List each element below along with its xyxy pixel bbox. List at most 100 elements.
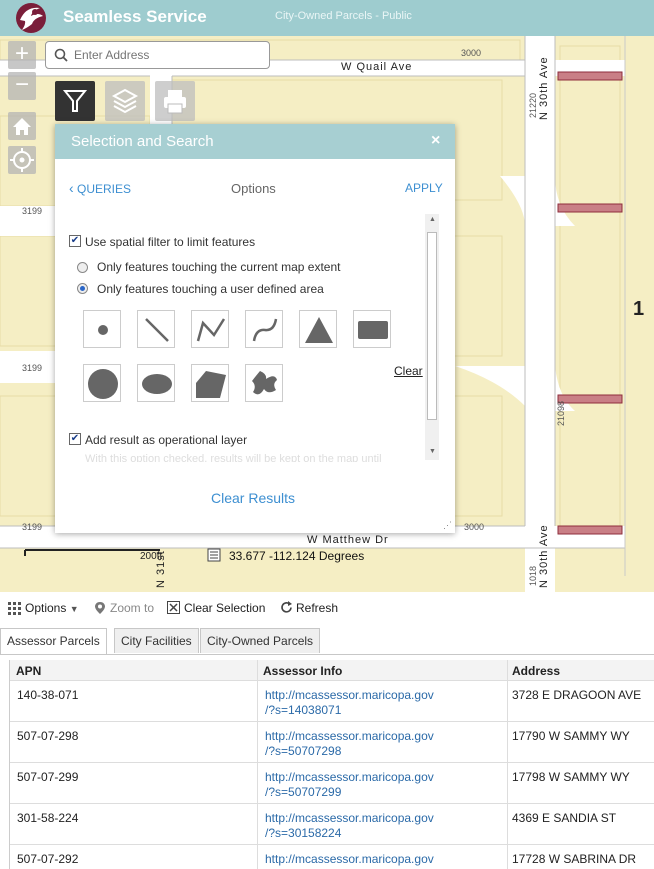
lot-number: 21220 <box>528 92 538 118</box>
layers-icon <box>111 88 139 114</box>
assessor-link[interactable]: http://mcassessor.maricopa.gov /?s=50707… <box>265 770 434 800</box>
circle-icon <box>88 369 118 399</box>
lot-number: 3000 <box>461 48 482 58</box>
printer-icon <box>164 90 186 114</box>
ellipse-icon <box>142 374 172 394</box>
street-label-n30th-top: N 30th Ave <box>538 56 550 120</box>
lot-number: 21098 <box>556 400 566 426</box>
cell-address: 4369 E SANDIA ST <box>512 811 617 825</box>
phoenix-logo-icon <box>14 2 48 34</box>
street-label-quail: W Quail Ave <box>341 61 413 73</box>
scroll-up-icon[interactable]: ▲ <box>429 216 436 223</box>
attribute-table-toolbar: Options ▼ Zoom to Clear Selection Refres… <box>0 598 654 620</box>
home-icon <box>13 118 31 135</box>
refresh-button[interactable]: Refresh <box>296 601 338 615</box>
app-subtitle: City-Owned Parcels - Public <box>275 10 412 22</box>
assessor-link[interactable]: http://mcassessor.maricopa.gov /?s=30158… <box>265 811 434 841</box>
tab-city-facilities[interactable]: City Facilities <box>114 628 199 653</box>
polygon-icon <box>196 371 226 398</box>
attribute-table: APN Assessor Info Address 140-38-071 htt… <box>9 660 654 869</box>
column-header-apn[interactable]: APN <box>16 664 41 678</box>
selection-search-panel: Selection and Search × ‹ QUERIES Options… <box>55 124 455 533</box>
clear-selection-button[interactable]: Clear Selection <box>184 601 265 615</box>
draw-line-button[interactable] <box>137 310 175 348</box>
tab-assessor-parcels[interactable]: Assessor Parcels <box>0 628 107 654</box>
scroll-down-icon[interactable]: ▼ <box>429 448 436 455</box>
link-text: /?s=14038071 <box>265 703 342 717</box>
funnel-icon <box>62 90 88 112</box>
close-icon[interactable]: × <box>431 132 440 150</box>
address-search-input[interactable] <box>74 46 264 64</box>
assessor-link[interactable]: http://mcassessor.maricopa.gov /?s=50707… <box>265 729 434 759</box>
column-header-assessor-info[interactable]: Assessor Info <box>263 664 342 678</box>
add-result-label: Add result as operational layer <box>85 433 248 447</box>
clear-results-button[interactable]: Clear Results <box>211 490 295 506</box>
link-text: http://mcassessor.maricopa.gov <box>265 770 434 784</box>
draw-freehand-line-button[interactable] <box>245 310 283 348</box>
resize-handle-icon[interactable]: ⋰ <box>443 520 452 531</box>
column-header-address[interactable]: Address <box>512 664 560 678</box>
layer-tabs: Assessor Parcels City Facilities City-Ow… <box>0 624 654 655</box>
grid-icon <box>8 602 21 615</box>
app-header: Seamless Service City-Owned Parcels - Pu… <box>0 0 654 36</box>
selected-parcel <box>557 394 623 404</box>
radio-map-extent[interactable] <box>77 262 88 273</box>
link-text: http://mcassessor.maricopa.gov <box>265 688 434 702</box>
scale-label: 200ft <box>140 551 163 562</box>
street-label-matthew: W Matthew Dr <box>307 534 389 546</box>
locate-icon <box>10 148 34 172</box>
selected-parcel <box>557 203 623 213</box>
clear-drawing-link[interactable]: Clear <box>394 364 423 378</box>
rectangle-icon <box>358 321 388 339</box>
lot-number: 3199 <box>22 206 43 216</box>
draw-point-button[interactable] <box>83 310 121 348</box>
search-icon <box>54 48 68 62</box>
radio-map-extent-label: Only features touching the current map e… <box>97 260 341 274</box>
lot-number: 3199 <box>22 363 43 373</box>
coordinates-readout: 33.677 -112.124 Degrees <box>229 549 365 563</box>
back-to-queries-link[interactable]: ‹ QUERIES <box>69 180 131 196</box>
row-divider <box>10 680 654 681</box>
cell-address: 17790 W SAMMY WY <box>512 729 630 743</box>
zoom-in-button[interactable]: + <box>8 41 36 69</box>
draw-rectangle-button[interactable] <box>353 310 391 348</box>
freehand-line-icon <box>252 318 278 342</box>
cell-apn: 507-07-298 <box>17 729 79 743</box>
radio-user-area[interactable] <box>77 283 88 294</box>
draw-circle-button[interactable] <box>83 364 121 402</box>
layers-tool-button[interactable] <box>105 81 145 121</box>
cell-apn: 140-38-071 <box>17 688 79 702</box>
back-label: QUERIES <box>77 182 132 196</box>
locate-button[interactable] <box>8 146 36 174</box>
draw-ellipse-button[interactable] <box>137 364 175 402</box>
panel-header: Selection and Search × <box>55 124 455 159</box>
draw-triangle-button[interactable] <box>299 310 337 348</box>
draw-polyline-button[interactable] <box>191 310 229 348</box>
row-divider <box>10 803 654 804</box>
zoom-out-button[interactable]: − <box>8 72 36 100</box>
panel-scroll-thumb[interactable] <box>427 232 437 420</box>
zoom-to-button[interactable]: Zoom to <box>110 601 154 615</box>
app-title: Seamless Service <box>63 7 207 26</box>
cell-address: 17728 W SABRINA DR <box>512 852 637 866</box>
tab-city-owned-parcels[interactable]: City-Owned Parcels <box>200 628 321 653</box>
column-divider <box>257 660 258 869</box>
spatial-filter-checkbox[interactable]: ✔ <box>69 235 81 247</box>
caret-down-icon: ▼ <box>69 604 79 614</box>
assessor-link[interactable]: http://mcassessor.maricopa.gov /?s=14038… <box>265 688 434 718</box>
cell-apn: 507-07-292 <box>17 852 79 866</box>
apply-button[interactable]: APPLY <box>405 181 443 195</box>
freehand-polygon-icon <box>252 371 277 395</box>
draw-polygon-button[interactable] <box>191 364 229 402</box>
point-icon <box>98 325 108 335</box>
filter-tool-button[interactable] <box>55 81 95 121</box>
options-menu-button[interactable]: Options ▼ <box>25 601 79 615</box>
line-icon <box>145 318 169 342</box>
cell-address: 17798 W SAMMY WY <box>512 770 630 784</box>
draw-freehand-polygon-button[interactable] <box>245 364 283 402</box>
add-result-checkbox[interactable]: ✔ <box>69 433 81 445</box>
assessor-link[interactable]: http://mcassessor.maricopa.gov <box>265 852 434 867</box>
print-tool-button[interactable] <box>155 81 195 121</box>
link-text: /?s=30158224 <box>265 826 342 840</box>
home-button[interactable] <box>8 112 36 140</box>
